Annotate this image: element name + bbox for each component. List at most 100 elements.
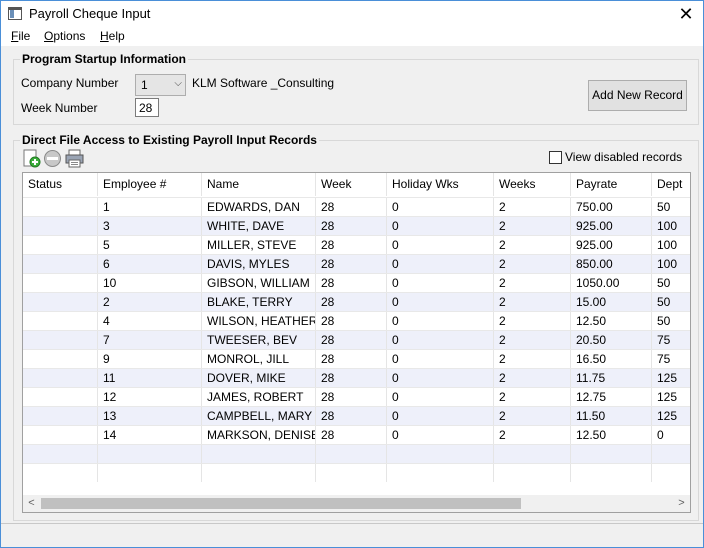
column-header[interactable]: Dept <box>652 173 690 196</box>
table-cell: 9 <box>98 350 202 368</box>
menu-help[interactable]: Help <box>100 29 125 43</box>
horizontal-scrollbar[interactable]: < > <box>23 495 690 512</box>
add-new-record-button[interactable]: Add New Record <box>588 80 687 111</box>
table-cell <box>494 445 571 463</box>
menu-bar: File Options Help <box>1 27 703 46</box>
table-cell: 100 <box>652 217 690 235</box>
grid-header: Status Employee # Name Week Holiday Wks Weeks… <box>23 173 690 196</box>
table-cell: 7 <box>98 331 202 349</box>
column-header[interactable]: Name <box>202 173 316 196</box>
table-cell: 12.50 <box>571 312 652 330</box>
table-cell: 28 <box>316 312 387 330</box>
table-cell: 20.50 <box>571 331 652 349</box>
menu-file[interactable]: File <box>11 29 30 43</box>
table-cell: 2 <box>494 369 571 387</box>
table-cell: BLAKE, TERRY <box>202 293 316 311</box>
table-row[interactable]: 2 BLAKE, TERRY 28 0 2 15.00 50 <box>23 292 690 311</box>
table-cell <box>202 445 316 463</box>
scroll-right-button[interactable]: > <box>673 495 690 512</box>
table-cell: 28 <box>316 217 387 235</box>
table-cell <box>571 445 652 463</box>
table-cell <box>23 255 98 273</box>
column-header[interactable]: Payrate <box>571 173 652 196</box>
table-cell: 125 <box>652 388 690 406</box>
table-cell: 925.00 <box>571 217 652 235</box>
table-cell <box>23 198 98 216</box>
table-cell: 75 <box>652 331 690 349</box>
table-row[interactable]: 9 MONROL, JILL 28 0 2 16.50 75 <box>23 349 690 368</box>
company-name: KLM Software _Consulting <box>192 76 335 90</box>
table-cell: 2 <box>494 274 571 292</box>
week-number-input[interactable]: 28 <box>135 98 159 117</box>
scroll-left-button[interactable]: < <box>23 495 40 512</box>
table-cell: 16.50 <box>571 350 652 368</box>
view-disabled-records-label: View disabled records <box>565 150 683 164</box>
table-row[interactable]: 13 CAMPBELL, MARY 28 0 2 11.50 125 <box>23 406 690 425</box>
table-cell: MILLER, STEVE <box>202 236 316 254</box>
status-bar <box>1 523 703 547</box>
table-cell: 2 <box>494 350 571 368</box>
table-cell: 75 <box>652 350 690 368</box>
close-button[interactable]: ✕ <box>669 1 703 27</box>
table-cell: 100 <box>652 236 690 254</box>
table-cell <box>23 274 98 292</box>
table-cell: 2 <box>494 312 571 330</box>
table-row[interactable]: 11 DOVER, MIKE 28 0 2 11.75 125 <box>23 368 690 387</box>
table-row[interactable] <box>23 463 690 482</box>
table-cell: 28 <box>316 350 387 368</box>
table-row[interactable] <box>23 444 690 463</box>
table-cell: 0 <box>387 293 494 311</box>
table-cell: CAMPBELL, MARY <box>202 407 316 425</box>
column-header[interactable]: Employee # <box>98 173 202 196</box>
table-row[interactable]: 10 GIBSON, WILLIAM 28 0 2 1050.00 50 <box>23 273 690 292</box>
table-row[interactable]: 14 MARKSON, DENISE 28 0 2 12.50 0 <box>23 425 690 444</box>
column-header[interactable]: Week <box>316 173 387 196</box>
table-cell <box>23 426 98 444</box>
menu-options[interactable]: Options <box>44 29 85 43</box>
table-row[interactable]: 5 MILLER, STEVE 28 0 2 925.00 100 <box>23 235 690 254</box>
table-cell: 1 <box>98 198 202 216</box>
table-cell <box>316 464 387 482</box>
table-cell: TWEESER, BEV <box>202 331 316 349</box>
scroll-thumb[interactable] <box>41 498 521 509</box>
table-cell: 14 <box>98 426 202 444</box>
new-record-icon[interactable] <box>22 149 41 168</box>
table-cell: 11.50 <box>571 407 652 425</box>
company-number-select[interactable]: 1 ⌵ <box>135 74 186 96</box>
table-cell: 6 <box>98 255 202 273</box>
table-row[interactable]: 1 EDWARDS, DAN 28 0 2 750.00 50 <box>23 197 690 216</box>
table-cell <box>23 464 98 482</box>
table-cell: DAVIS, MYLES <box>202 255 316 273</box>
table-cell <box>652 464 690 482</box>
table-row[interactable]: 4 WILSON, HEATHER 28 0 2 12.50 50 <box>23 311 690 330</box>
table-cell: 50 <box>652 274 690 292</box>
column-header[interactable]: Weeks <box>494 173 571 196</box>
table-cell: 28 <box>316 426 387 444</box>
table-cell: 28 <box>316 293 387 311</box>
column-header[interactable]: Holiday Wks <box>387 173 494 196</box>
table-row[interactable]: 6 DAVIS, MYLES 28 0 2 850.00 100 <box>23 254 690 273</box>
table-cell <box>387 445 494 463</box>
print-icon[interactable] <box>65 149 84 168</box>
table-row[interactable]: 3 WHITE, DAVE 28 0 2 925.00 100 <box>23 216 690 235</box>
checkbox-box[interactable] <box>549 151 562 164</box>
table-cell: 0 <box>387 198 494 216</box>
table-cell <box>494 464 571 482</box>
table-cell: 28 <box>316 274 387 292</box>
table-row[interactable]: 12 JAMES, ROBERT 28 0 2 12.75 125 <box>23 387 690 406</box>
table-cell: WHITE, DAVE <box>202 217 316 235</box>
table-cell: 2 <box>494 331 571 349</box>
table-cell: 50 <box>652 293 690 311</box>
disable-record-icon[interactable] <box>43 149 62 168</box>
table-cell: 2 <box>494 255 571 273</box>
app-icon <box>8 7 22 20</box>
payroll-cheque-input-window: Payroll Cheque Input ✕ File Options Help… <box>0 0 704 548</box>
payroll-records-grid[interactable]: Status Employee # Name Week Holiday Wks Weeks… <box>22 172 691 513</box>
table-row[interactable]: 7 TWEESER, BEV 28 0 2 20.50 75 <box>23 330 690 349</box>
chevron-down-icon: ⌵ <box>174 78 182 89</box>
table-cell <box>98 464 202 482</box>
table-cell: GIBSON, WILLIAM <box>202 274 316 292</box>
column-header[interactable]: Status <box>23 173 98 196</box>
table-cell <box>23 445 98 463</box>
table-cell: 50 <box>652 198 690 216</box>
